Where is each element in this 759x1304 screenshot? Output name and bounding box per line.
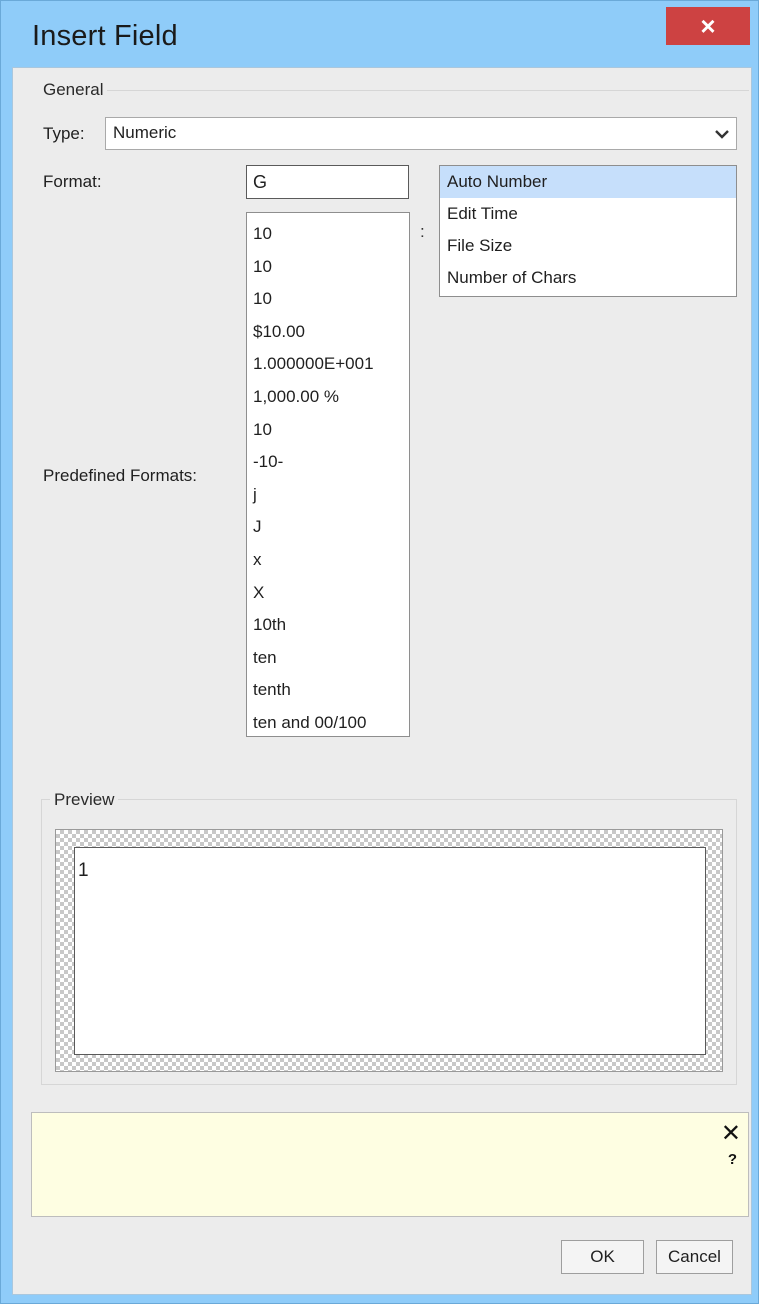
predefined-format-item[interactable]: 1,000.00 % xyxy=(247,381,409,414)
field-list-item[interactable]: Number of Chars xyxy=(440,262,736,294)
predefined-format-item[interactable]: 10 xyxy=(247,414,409,447)
type-select-value: Numeric xyxy=(113,123,177,142)
type-select[interactable]: Numeric xyxy=(105,117,737,150)
close-help-icon[interactable]: ✕ xyxy=(721,1119,741,1148)
close-button[interactable]: × xyxy=(666,7,750,45)
predefined-format-item[interactable]: 10th xyxy=(247,609,409,642)
format-separator: : xyxy=(420,222,425,241)
preview-frame: 1 xyxy=(55,829,723,1072)
cancel-button[interactable]: Cancel xyxy=(656,1240,733,1274)
predefined-format-item[interactable]: 10 xyxy=(247,283,409,316)
type-label: Type: xyxy=(43,124,85,143)
predefined-formats-label: Predefined Formats: xyxy=(43,466,198,485)
dialog-title: Insert Field xyxy=(32,20,178,52)
predefined-format-item[interactable]: 10 xyxy=(247,218,409,251)
general-group-legend: General xyxy=(39,80,108,100)
preview-output: 1 xyxy=(74,847,706,1055)
title-bar[interactable]: Insert Field × xyxy=(1,1,758,67)
dialog-body: General Type: Numeric Format: G : Auto N… xyxy=(12,67,752,1295)
format-label: Format: xyxy=(43,172,102,191)
predefined-format-item[interactable]: X xyxy=(247,577,409,610)
predefined-format-item[interactable]: $10.00 xyxy=(247,316,409,349)
help-panel: ✕ ? xyxy=(31,1112,749,1217)
predefined-format-item[interactable]: ten and 00/100 xyxy=(247,707,409,740)
field-list[interactable]: Auto Number Edit Time File Size Number of C… xyxy=(439,165,737,297)
field-list-item[interactable]: Edit Time xyxy=(440,198,736,230)
general-group-border xyxy=(41,90,749,91)
predefined-format-item[interactable]: j xyxy=(247,479,409,512)
help-icon[interactable]: ? xyxy=(728,1151,737,1168)
field-list-item[interactable]: File Size xyxy=(440,230,736,262)
predefined-format-item[interactable]: x xyxy=(247,544,409,577)
insert-field-dialog: Insert Field × General Type: Numeric For… xyxy=(0,0,759,1304)
format-input[interactable]: G xyxy=(246,165,409,199)
preview-group-legend: Preview xyxy=(50,790,119,810)
predefined-format-item[interactable]: -10- xyxy=(247,446,409,479)
predefined-format-item[interactable]: 1.000000E+001 xyxy=(247,348,409,381)
predefined-format-item[interactable]: J xyxy=(247,511,409,544)
predefined-formats-list[interactable]: 10 10 10 $10.00 1.000000E+001 1,000.00 % 10 -10… xyxy=(246,212,410,737)
chevron-down-icon xyxy=(715,126,729,144)
field-list-item[interactable]: Auto Number xyxy=(440,166,736,198)
predefined-format-item[interactable]: 10 xyxy=(247,251,409,284)
predefined-format-item[interactable]: ten xyxy=(247,642,409,675)
ok-button[interactable]: OK xyxy=(561,1240,644,1274)
predefined-format-item[interactable]: tenth xyxy=(247,674,409,707)
